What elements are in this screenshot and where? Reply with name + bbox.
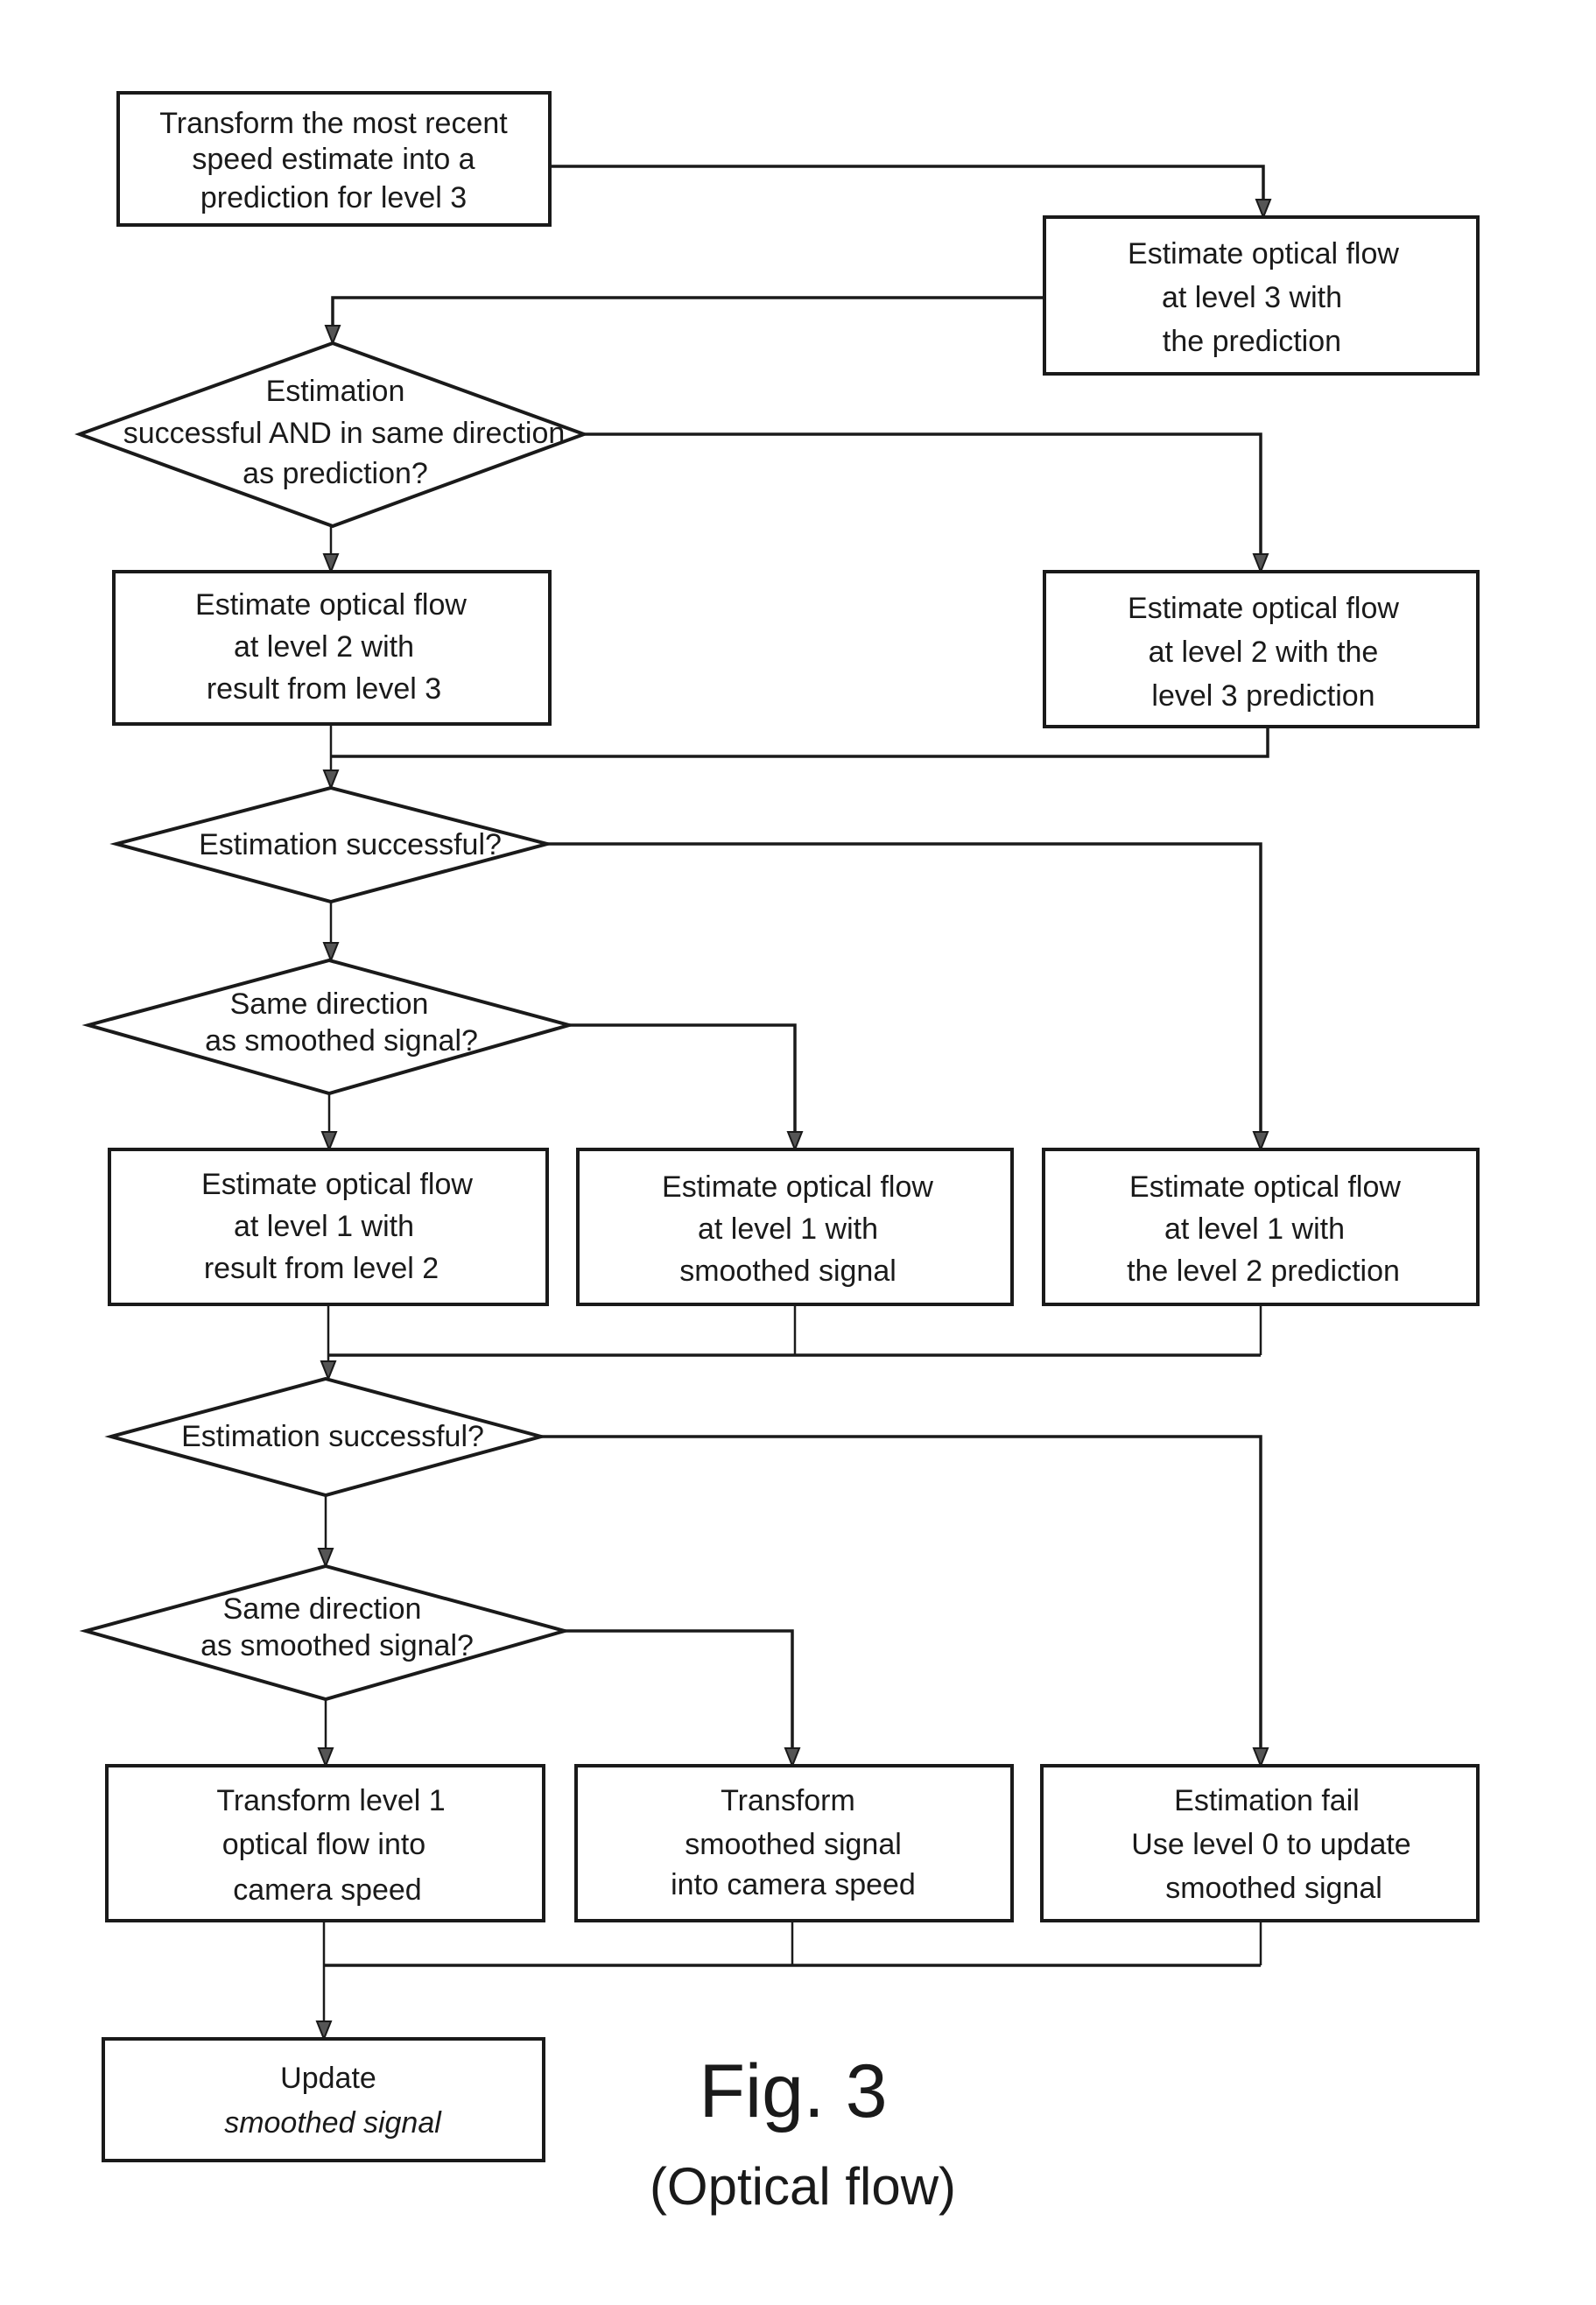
arrowhead-icon (322, 942, 340, 963)
arrowhead-icon (786, 1131, 804, 1152)
edge-dec4-to-fail (541, 1435, 1262, 1759)
arrowhead-icon (1255, 199, 1272, 220)
arrowhead-icon (317, 1548, 334, 1569)
node-label: level 3 prediction (1151, 679, 1375, 713)
node-label: Estimate optical flow (1128, 237, 1399, 271)
arrowhead-icon (322, 770, 340, 791)
arrowhead-icon (324, 325, 341, 346)
node-label: Estimation successful? (199, 828, 502, 861)
node-dec5: Same direction as smoothed signal? (79, 1564, 572, 1702)
arrowhead-icon (1252, 553, 1269, 574)
edge-start-to-est-l3 (550, 165, 1265, 210)
node-label: Update (280, 2062, 376, 2095)
edge-dec1-to-est-l2-pred (584, 432, 1262, 565)
node-label: successful AND in same direction (123, 417, 566, 450)
arrowhead-icon (784, 1747, 801, 1768)
arrowhead-icon (315, 2020, 333, 2041)
node-dec2: Estimation successful? (109, 785, 554, 904)
node-label: at level 3 with (1162, 281, 1342, 314)
node-est-l2-pred: Estimate optical flow at level 2 with th… (1043, 570, 1480, 728)
node-label: result from level 2 (204, 1252, 439, 1285)
node-label: Use level 0 to update (1131, 1828, 1410, 1861)
edge-est-l3-to-dec1 (331, 296, 1044, 336)
node-label: at level 1 with (234, 1210, 414, 1243)
arrowhead-icon (320, 1360, 337, 1381)
node-label: Estimate optical flow (195, 588, 467, 622)
node-label: Same direction (230, 987, 429, 1021)
flowchart: Transform the most recent speed estimate… (74, 91, 1480, 2216)
node-label: as prediction? (243, 457, 428, 490)
arrowhead-icon (317, 1747, 334, 1768)
node-est-l1-smooth: Estimate optical flow at level 1 with sm… (576, 1148, 1014, 1306)
node-label: Transform (721, 1784, 855, 1817)
node-fail: Estimation fail Use level 0 to update sm… (1040, 1764, 1480, 1922)
node-est-l3: Estimate optical flow at level 3 with th… (1043, 215, 1480, 376)
node-label: Estimation successful? (181, 1420, 484, 1453)
node-transform-l1: Transform level 1 optical flow into came… (105, 1764, 545, 1922)
node-label: at level 2 with the (1149, 636, 1379, 669)
arrowhead-icon (322, 553, 340, 574)
node-label: the level 2 prediction (1127, 1254, 1400, 1288)
node-label: result from level 3 (207, 672, 441, 706)
node-dec3: Same direction as smoothed signal? (81, 958, 576, 1096)
node-label: Estimation fail (1174, 1784, 1360, 1817)
figure-title: Fig. 3 (699, 2049, 887, 2133)
node-label: into camera speed (671, 1868, 916, 1901)
node-label: Estimation (266, 375, 405, 408)
node-est-l2-result: Estimate optical flow at level 2 with re… (112, 570, 552, 726)
node-est-l1-result: Estimate optical flow at level 1 with re… (108, 1148, 549, 1306)
node-dec1: Estimation successful AND in same direct… (74, 341, 589, 529)
node-label: camera speed (233, 1873, 421, 1907)
node-label: Estimate optical flow (201, 1168, 473, 1201)
edge-dec3-to-est-l1-smooth (569, 1023, 797, 1142)
node-label: as smoothed signal? (200, 1629, 474, 1662)
node-label: Transform the most recent (159, 107, 508, 140)
node-dec4: Estimation successful? (104, 1376, 548, 1498)
node-label: at level 1 with (1164, 1212, 1345, 1246)
edge-dec5-to-transform-smooth (565, 1629, 794, 1759)
node-label: optical flow into (222, 1828, 425, 1861)
node-label: Estimate optical flow (1129, 1170, 1401, 1204)
node-label: Estimate optical flow (662, 1170, 933, 1204)
node-label: at level 2 with (234, 630, 414, 664)
node-label: Same direction (223, 1592, 422, 1626)
arrowhead-icon (1252, 1747, 1269, 1768)
node-label: at level 1 with (698, 1212, 878, 1246)
node-update: Update smoothed signal (102, 2037, 545, 2162)
node-label: the prediction (1163, 325, 1341, 358)
arrowhead-icon (1252, 1131, 1269, 1152)
arrowhead-icon (320, 1131, 338, 1152)
node-label: smoothed signal (685, 1828, 902, 1861)
node-start: Transform the most recent speed estimate… (116, 91, 552, 227)
node-transform-smooth: Transform smoothed signal into camera sp… (574, 1764, 1014, 1922)
node-est-l1-pred: Estimate optical flow at level 1 with th… (1042, 1148, 1480, 1306)
node-label: smoothed signal (1165, 1872, 1382, 1905)
node-label: Estimate optical flow (1128, 592, 1399, 625)
edge-dec2-to-est-l1-pred (547, 842, 1262, 1142)
node-label: prediction for level 3 (200, 181, 467, 214)
figure-subtitle: (Optical flow) (650, 2157, 956, 2216)
node-label: as smoothed signal? (205, 1024, 478, 1058)
node-label: Transform level 1 (216, 1784, 445, 1817)
node-label: smoothed signal (224, 2106, 442, 2140)
node-label: speed estimate into a (192, 143, 475, 176)
edge-est-l2-pred-merge (331, 727, 1269, 758)
node-label: smoothed signal (679, 1254, 896, 1288)
